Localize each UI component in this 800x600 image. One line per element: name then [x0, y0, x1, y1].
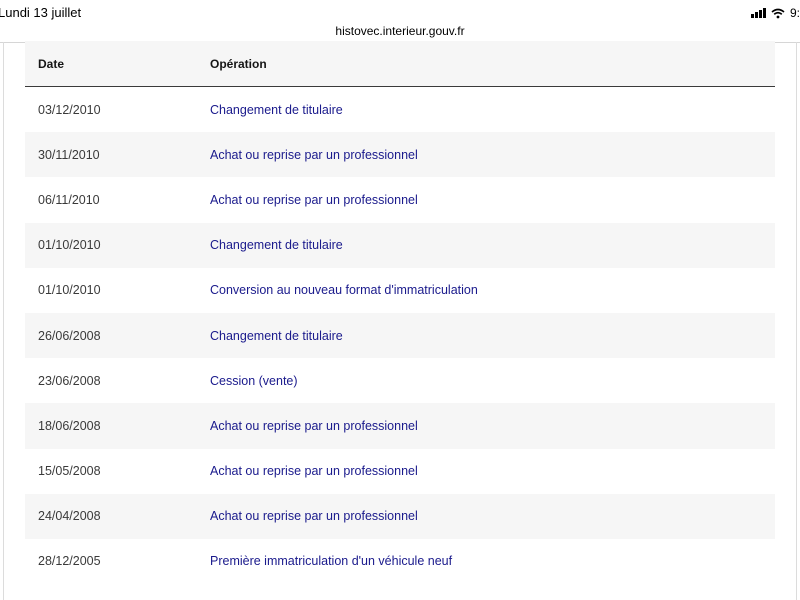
- cell-operation[interactable]: Achat ou reprise par un professionnel: [197, 509, 775, 523]
- cell-date: 03/12/2010: [38, 102, 101, 117]
- table-row: 01/10/2010 Changement de titulaire: [25, 222, 775, 268]
- cell-date: 01/10/2010: [38, 283, 101, 298]
- cell-date: 15/05/2008: [38, 464, 101, 479]
- cell-operation[interactable]: Première immatriculation d'un véhicule n…: [197, 554, 775, 568]
- url-text: histovec.interieur.gouv.fr: [335, 24, 465, 38]
- column-header-operation: Opération: [210, 56, 267, 71]
- cell-operation[interactable]: Cession (vente): [197, 374, 775, 388]
- cell-operation[interactable]: Conversion au nouveau format d'immatricu…: [197, 283, 775, 297]
- cell-operation[interactable]: Achat ou reprise par un professionnel: [197, 419, 775, 433]
- page-border-right: [796, 42, 797, 600]
- wifi-icon: [771, 8, 785, 18]
- table-row: 26/06/2008 Changement de titulaire: [25, 312, 775, 359]
- table-header: Date Opération: [25, 41, 775, 87]
- table-body: 03/12/2010 Changement de titulaire 30/11/2…: [25, 87, 775, 584]
- address-bar[interactable]: histovec.interieur.gouv.fr: [0, 22, 800, 43]
- cell-date: 28/12/2005: [38, 554, 101, 569]
- cell-date: 26/06/2008: [38, 328, 101, 343]
- column-header-date: Date: [38, 56, 65, 71]
- cell-date: 18/06/2008: [38, 418, 101, 433]
- cell-operation[interactable]: Achat ou reprise par un professionnel: [197, 148, 775, 162]
- table-row: 28/12/2005 Première immatriculation d'un …: [25, 539, 775, 584]
- status-date: Lundi 13 juillet: [0, 5, 82, 20]
- cell-operation[interactable]: Changement de titulaire: [197, 103, 775, 117]
- table-row: 30/11/2010 Achat ou reprise par un profes…: [25, 132, 775, 178]
- table-row: 23/06/2008 Cession (vente): [25, 358, 775, 403]
- status-indicators: 9:: [750, 6, 800, 20]
- history-table: Date Opération 03/12/2010 Changement de t…: [25, 41, 775, 584]
- cell-operation[interactable]: Achat ou reprise par un professionnel: [197, 193, 775, 207]
- table-row: 18/06/2008 Achat ou reprise par un profes…: [25, 403, 775, 449]
- battery-percent: 9:: [789, 6, 800, 20]
- table-row: 15/05/2008 Achat ou reprise par un profes…: [25, 449, 775, 494]
- cell-date: 24/04/2008: [38, 509, 101, 524]
- table-row: 03/12/2010 Changement de titulaire: [25, 87, 775, 132]
- cell-date: 06/11/2010: [38, 192, 100, 207]
- page-border-left: [3, 42, 4, 600]
- status-bar: Lundi 13 juillet 9:: [0, 0, 800, 24]
- table-row: 06/11/2010 Achat ou reprise par un profes…: [25, 177, 775, 222]
- cell-operation[interactable]: Changement de titulaire: [197, 329, 775, 343]
- cell-date: 01/10/2010: [38, 238, 101, 253]
- cell-date: 30/11/2010: [38, 147, 100, 162]
- cell-operation[interactable]: Changement de titulaire: [197, 238, 775, 252]
- table-row: 24/04/2008 Achat ou reprise par un profes…: [25, 493, 775, 539]
- table-row: 01/10/2010 Conversion au nouveau format d…: [25, 268, 775, 313]
- cell-operation[interactable]: Achat ou reprise par un professionnel: [197, 464, 775, 478]
- cellular-signal-icon: [750, 8, 766, 18]
- cell-date: 23/06/2008: [38, 373, 101, 388]
